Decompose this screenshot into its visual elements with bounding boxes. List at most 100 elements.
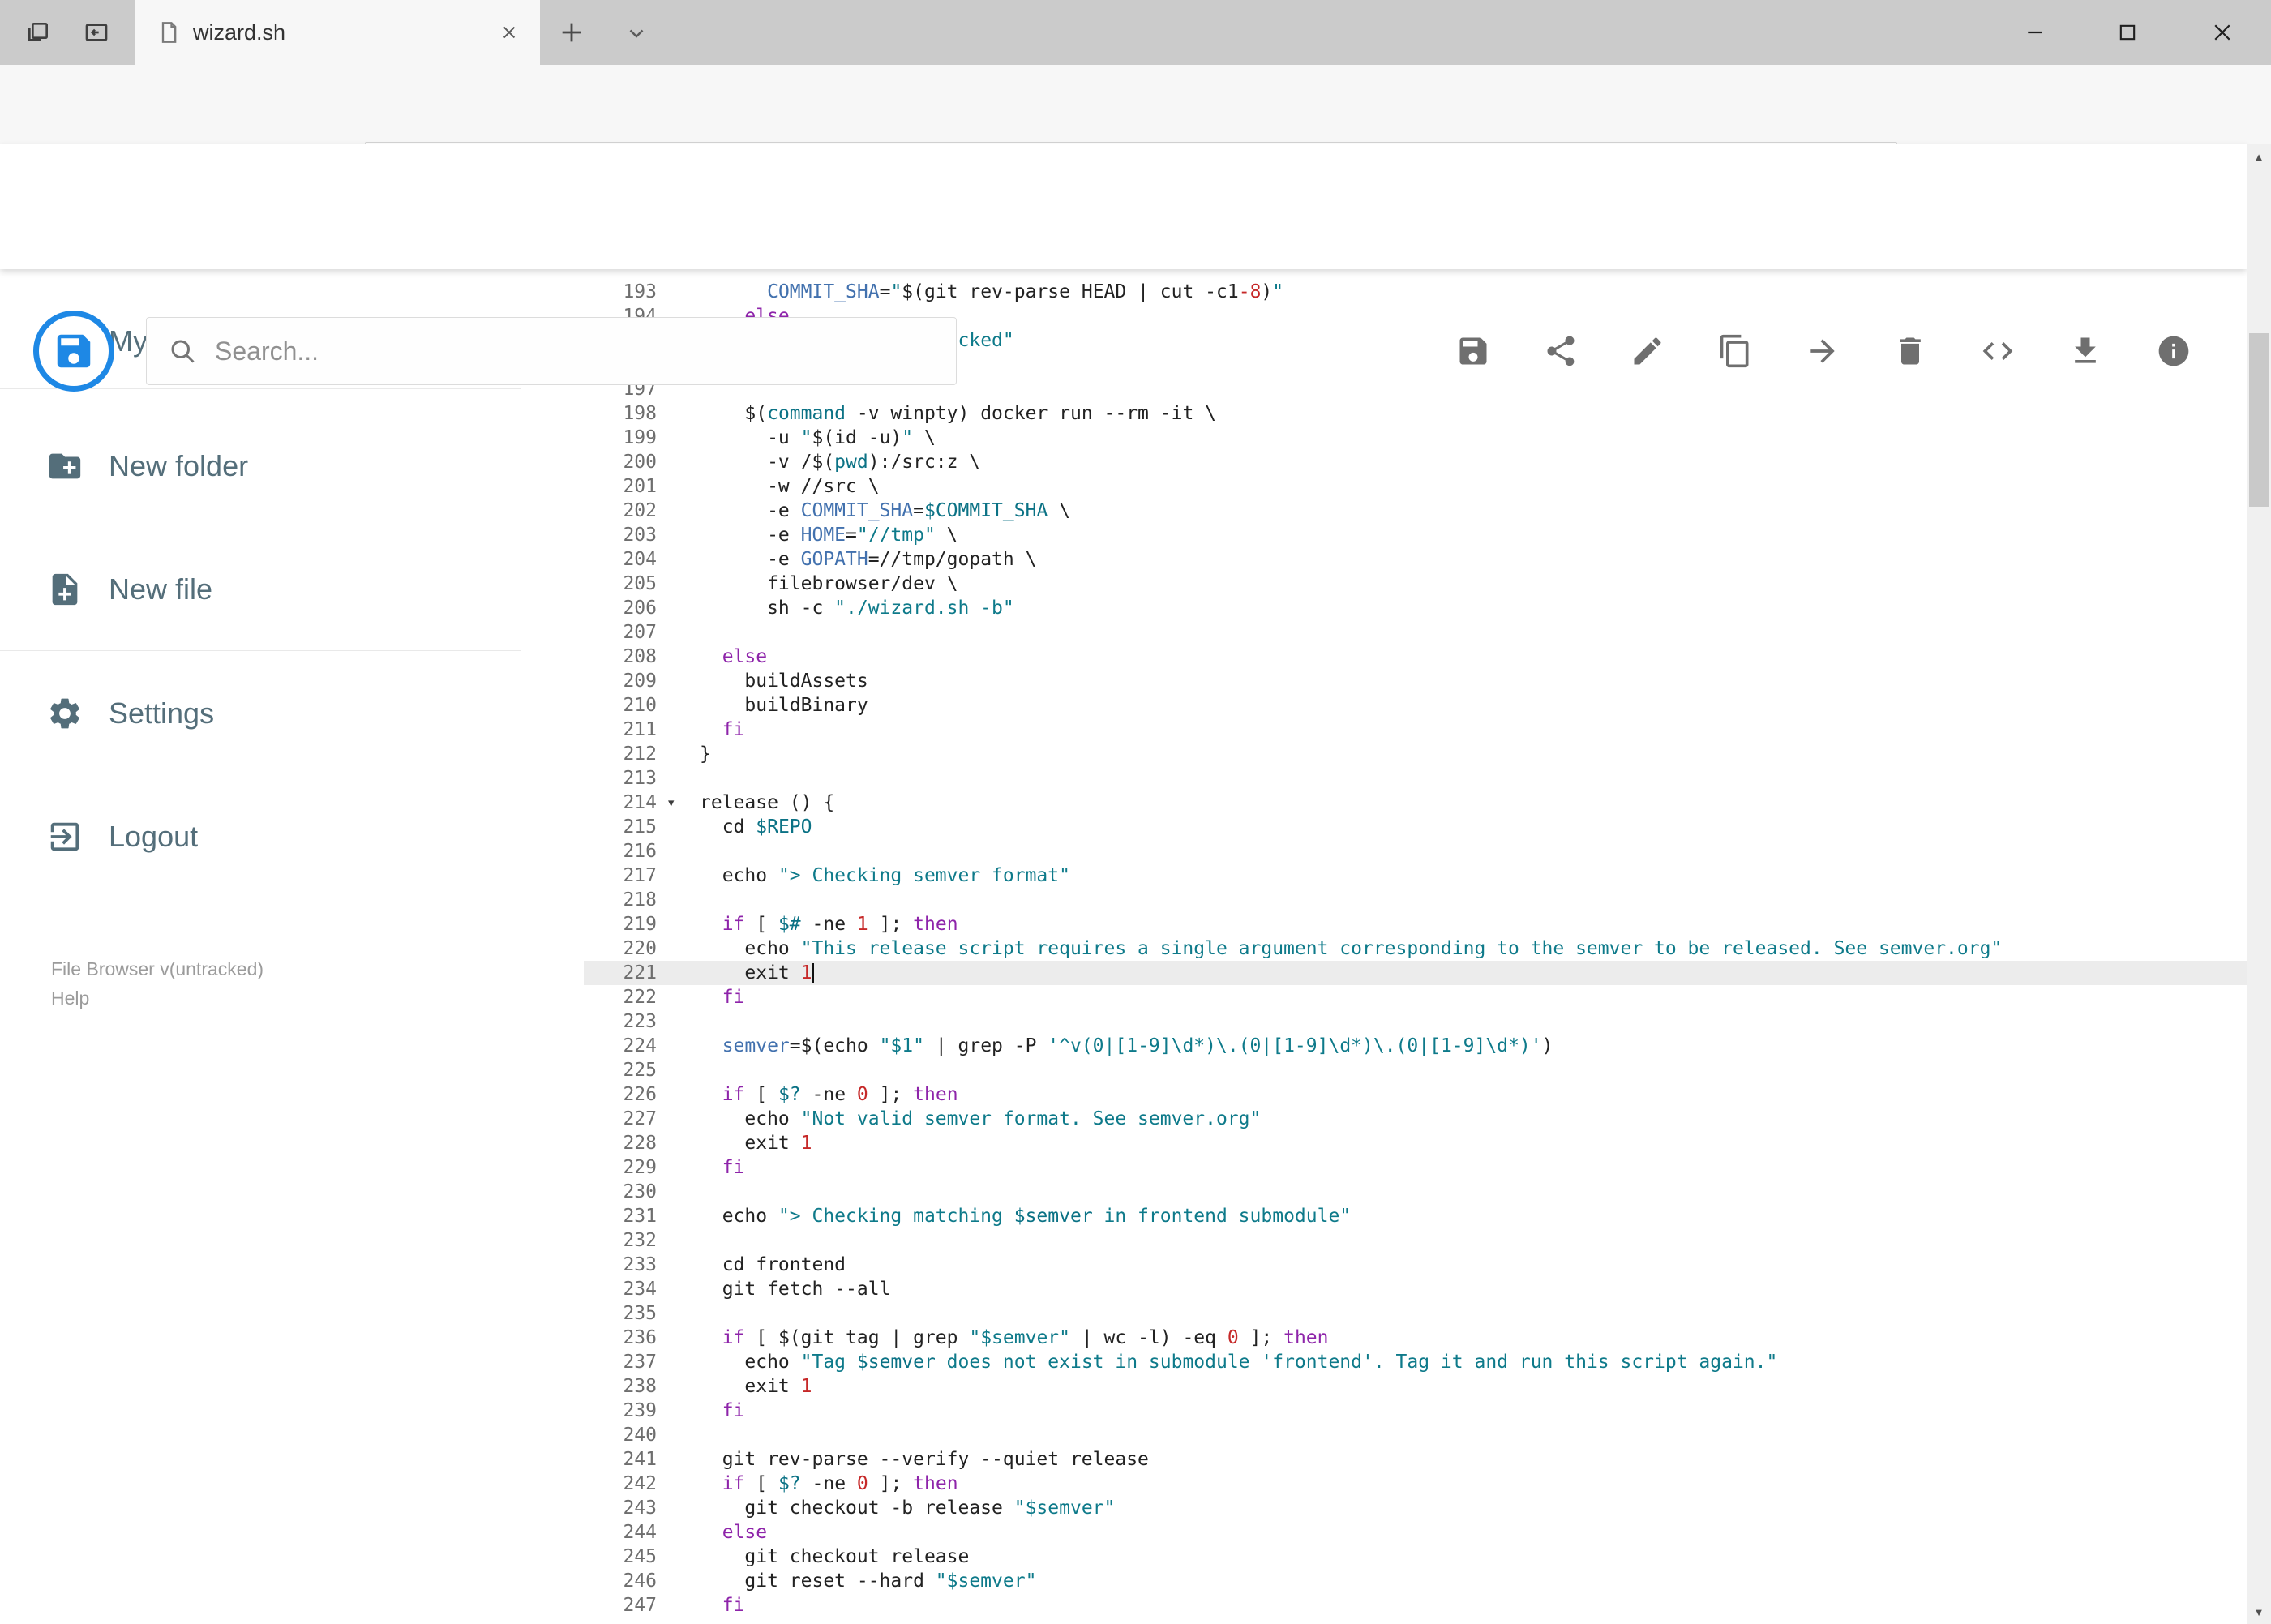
close-window-button[interactable]: [2174, 0, 2271, 65]
code-line[interactable]: 242 if [ $? -ne 0 ]; then: [584, 1472, 2247, 1496]
code-line[interactable]: 236 if [ $(git tag | grep "$semver" | wc…: [584, 1326, 2247, 1350]
code-line[interactable]: 221 exit 1: [584, 961, 2247, 985]
sidebar-item-new-folder[interactable]: New folder: [0, 422, 584, 511]
code-line[interactable]: 220 echo "This release script requires a…: [584, 936, 2247, 961]
minimize-button[interactable]: [1989, 0, 2081, 65]
tab-list-chevron-icon[interactable]: [621, 17, 652, 48]
code-line[interactable]: 209 buildAssets: [584, 669, 2247, 693]
code-line[interactable]: 202 -e COMMIT_SHA=$COMMIT_SHA \: [584, 499, 2247, 523]
sidebar-divider: [0, 650, 521, 651]
code-line[interactable]: 216: [584, 839, 2247, 863]
code-line[interactable]: 244 else: [584, 1520, 2247, 1545]
filebrowser-header: [0, 144, 2247, 392]
code-line[interactable]: 225: [584, 1058, 2247, 1082]
save-button[interactable]: [1449, 327, 1498, 375]
share-file-button[interactable]: [1536, 327, 1585, 375]
code-line[interactable]: 233 cd frontend: [584, 1253, 2247, 1277]
maximize-button[interactable]: [2081, 0, 2174, 65]
line-number: 228: [623, 1133, 657, 1154]
code-line[interactable]: 243 git checkout -b release "$semver": [584, 1496, 2247, 1520]
line-number: 225: [623, 1060, 657, 1081]
line-number: 237: [623, 1352, 657, 1373]
code-line[interactable]: 227 echo "Not valid semver format. See s…: [584, 1107, 2247, 1131]
line-number: 238: [623, 1376, 657, 1397]
code-line[interactable]: 208 else: [584, 645, 2247, 669]
code-line[interactable]: 247 fi: [584, 1593, 2247, 1618]
scroll-down-icon[interactable]: ▼: [2247, 1600, 2271, 1624]
code-line[interactable]: 213: [584, 766, 2247, 791]
code-line[interactable]: 224 semver=$(echo "$1" | grep -P '^v(0|[…: [584, 1034, 2247, 1058]
scroll-up-icon[interactable]: ▲: [2247, 144, 2271, 169]
code-line[interactable]: 226 if [ $? -ne 0 ]; then: [584, 1082, 2247, 1107]
search-box[interactable]: [146, 317, 957, 385]
code-line[interactable]: 206 sh -c "./wizard.sh -b": [584, 596, 2247, 620]
code-line[interactable]: 237 echo "Tag $semver does not exist in …: [584, 1350, 2247, 1374]
page-scrollbar[interactable]: ▲ ▼: [2247, 144, 2271, 1624]
new-tab-icon[interactable]: [556, 17, 587, 48]
copy-button[interactable]: [1711, 327, 1759, 375]
code-line[interactable]: 231 echo "> Checking matching $semver in…: [584, 1204, 2247, 1228]
line-number: 209: [623, 671, 657, 692]
sidebar-item-settings[interactable]: Settings: [0, 669, 584, 758]
sidebar: My files New folder New file Settings Lo…: [0, 269, 584, 1624]
code-line[interactable]: 215 cd $REPO: [584, 815, 2247, 839]
browser-window: wizard.sh Search... My New folder New fi…: [0, 0, 2271, 1624]
fold-toggle-icon[interactable]: ▾: [665, 791, 700, 815]
code-line[interactable]: 246 git reset --hard "$semver": [584, 1569, 2247, 1593]
code-line[interactable]: 211 fi: [584, 718, 2247, 742]
code-line[interactable]: 212}: [584, 742, 2247, 766]
help-link[interactable]: Help: [51, 984, 89, 1012]
scrollbar-thumb[interactable]: [2249, 333, 2269, 507]
search-input[interactable]: [215, 336, 928, 366]
code-line[interactable]: 217 echo "> Checking semver format": [584, 863, 2247, 888]
code-line[interactable]: 204 -e GOPATH=//tmp/gopath \: [584, 547, 2247, 572]
code-line[interactable]: 239 fi: [584, 1399, 2247, 1423]
rename-button[interactable]: [1623, 327, 1672, 375]
filebrowser-logo[interactable]: [33, 311, 114, 392]
raw-code-button[interactable]: [1973, 327, 2022, 375]
line-number: 229: [623, 1157, 657, 1178]
code-line[interactable]: 200 -v /$(pwd):/src:z \: [584, 450, 2247, 474]
code-line[interactable]: 223: [584, 1009, 2247, 1034]
delete-button[interactable]: [1886, 327, 1935, 375]
code-line[interactable]: 235: [584, 1301, 2247, 1326]
move-button[interactable]: [1798, 327, 1847, 375]
browser-tab[interactable]: wizard.sh: [135, 0, 540, 65]
code-line[interactable]: 230: [584, 1180, 2247, 1204]
code-line[interactable]: 232: [584, 1228, 2247, 1253]
code-line[interactable]: 219 if [ $# -ne 1 ]; then: [584, 912, 2247, 936]
code-line[interactable]: 193 COMMIT_SHA="$(git rev-parse HEAD | c…: [584, 280, 2247, 304]
code-line[interactable]: 199 -u "$(id -u)" \: [584, 426, 2247, 450]
code-line[interactable]: 198 $(command -v winpty) docker run --rm…: [584, 401, 2247, 426]
code-line[interactable]: 228 exit 1: [584, 1131, 2247, 1155]
code-line[interactable]: 241 git rev-parse --verify --quiet relea…: [584, 1447, 2247, 1472]
code-line[interactable]: 238 exit 1: [584, 1374, 2247, 1399]
line-number: 212: [623, 743, 657, 765]
line-number: 236: [623, 1327, 657, 1348]
line-number: 244: [623, 1522, 657, 1543]
code-line[interactable]: 229 fi: [584, 1155, 2247, 1180]
sidebar-item-new-file[interactable]: New file: [0, 545, 584, 634]
code-line[interactable]: 214 ▾ release () {: [584, 791, 2247, 815]
code-line[interactable]: 218: [584, 888, 2247, 912]
line-number: 227: [623, 1108, 657, 1129]
code-line[interactable]: 245 git checkout release: [584, 1545, 2247, 1569]
code-line[interactable]: 207: [584, 620, 2247, 645]
code-editor[interactable]: 193 COMMIT_SHA="$(git rev-parse HEAD | c…: [584, 269, 2247, 1624]
logout-icon: [46, 818, 84, 855]
sidebar-item-logout[interactable]: Logout: [0, 792, 584, 881]
tab-preview-icon[interactable]: [81, 17, 112, 48]
line-number: 214: [623, 792, 657, 813]
code-line[interactable]: 210 buildBinary: [584, 693, 2247, 718]
tab-close-icon[interactable]: [491, 15, 527, 50]
info-button[interactable]: [2149, 327, 2198, 375]
set-tabs-aside-icon[interactable]: [23, 17, 54, 48]
code-line[interactable]: 222 fi: [584, 985, 2247, 1009]
code-line[interactable]: 203 -e HOME="//tmp" \: [584, 523, 2247, 547]
code-line[interactable]: 205 filebrowser/dev \: [584, 572, 2247, 596]
code-line[interactable]: 240: [584, 1423, 2247, 1447]
download-button[interactable]: [2061, 327, 2110, 375]
code-line[interactable]: 234 git fetch --all: [584, 1277, 2247, 1301]
line-number: 201: [623, 476, 657, 497]
code-line[interactable]: 201 -w //src \: [584, 474, 2247, 499]
